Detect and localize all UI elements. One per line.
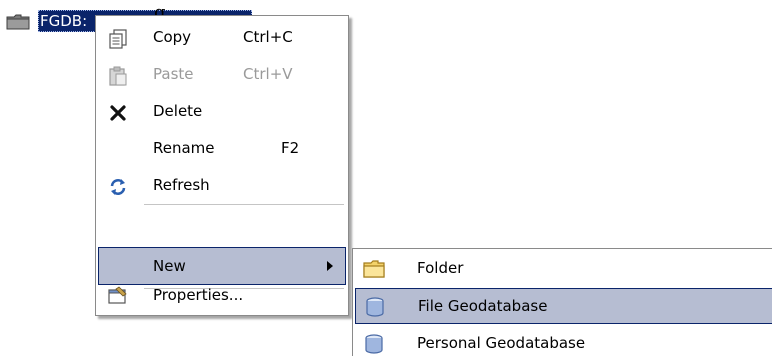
refresh-icon	[110, 179, 126, 195]
menu-item-label: Paste	[153, 65, 194, 83]
geodatabase-icon	[366, 297, 384, 317]
menu-item-label: Properties...	[153, 286, 244, 304]
submenu-item-personal-geodatabase[interactable]: Personal Geodatabase	[355, 326, 772, 356]
submenu-arrow-icon	[327, 261, 333, 271]
context-menu: Copy Ctrl+C Paste Ctrl+V Delete Rename F…	[95, 15, 349, 316]
menu-item-label: Delete	[153, 102, 203, 120]
folder-icon	[363, 260, 385, 278]
menu-item-label: Refresh	[153, 176, 210, 194]
menu-item-properties[interactable]: Properties...	[98, 278, 346, 312]
submenu-item-label: File Geodatabase	[418, 297, 548, 315]
properties-icon	[108, 286, 127, 304]
menu-item-delete[interactable]: Delete	[98, 93, 346, 131]
folder-closed-icon	[6, 14, 30, 30]
paste-icon	[109, 66, 127, 86]
menu-item-rename[interactable]: Rename F2	[98, 130, 346, 168]
geodatabase-icon	[365, 334, 383, 354]
submenu-item-file-geodatabase[interactable]: File Geodatabase	[355, 288, 772, 324]
menu-item-refresh[interactable]: Refresh	[98, 167, 346, 205]
submenu-item-folder[interactable]: Folder	[355, 251, 772, 287]
menu-separator	[144, 204, 344, 205]
menu-item-label: Copy	[153, 28, 192, 46]
menu-item-shortcut: Ctrl+C	[243, 28, 293, 46]
delete-icon	[110, 105, 126, 121]
submenu-item-label: Folder	[417, 259, 464, 277]
new-submenu: Folder File Geodatabase Personal Geodata…	[352, 248, 772, 356]
menu-item-paste[interactable]: Paste Ctrl+V	[98, 56, 346, 94]
menu-item-shortcut: F2	[281, 139, 300, 157]
menu-item-copy[interactable]: Copy Ctrl+C	[98, 19, 346, 57]
submenu-item-label: Personal Geodatabase	[417, 334, 586, 352]
menu-item-label: Rename	[153, 139, 215, 157]
copy-icon	[109, 29, 127, 49]
menu-item-shortcut: Ctrl+V	[243, 65, 293, 83]
